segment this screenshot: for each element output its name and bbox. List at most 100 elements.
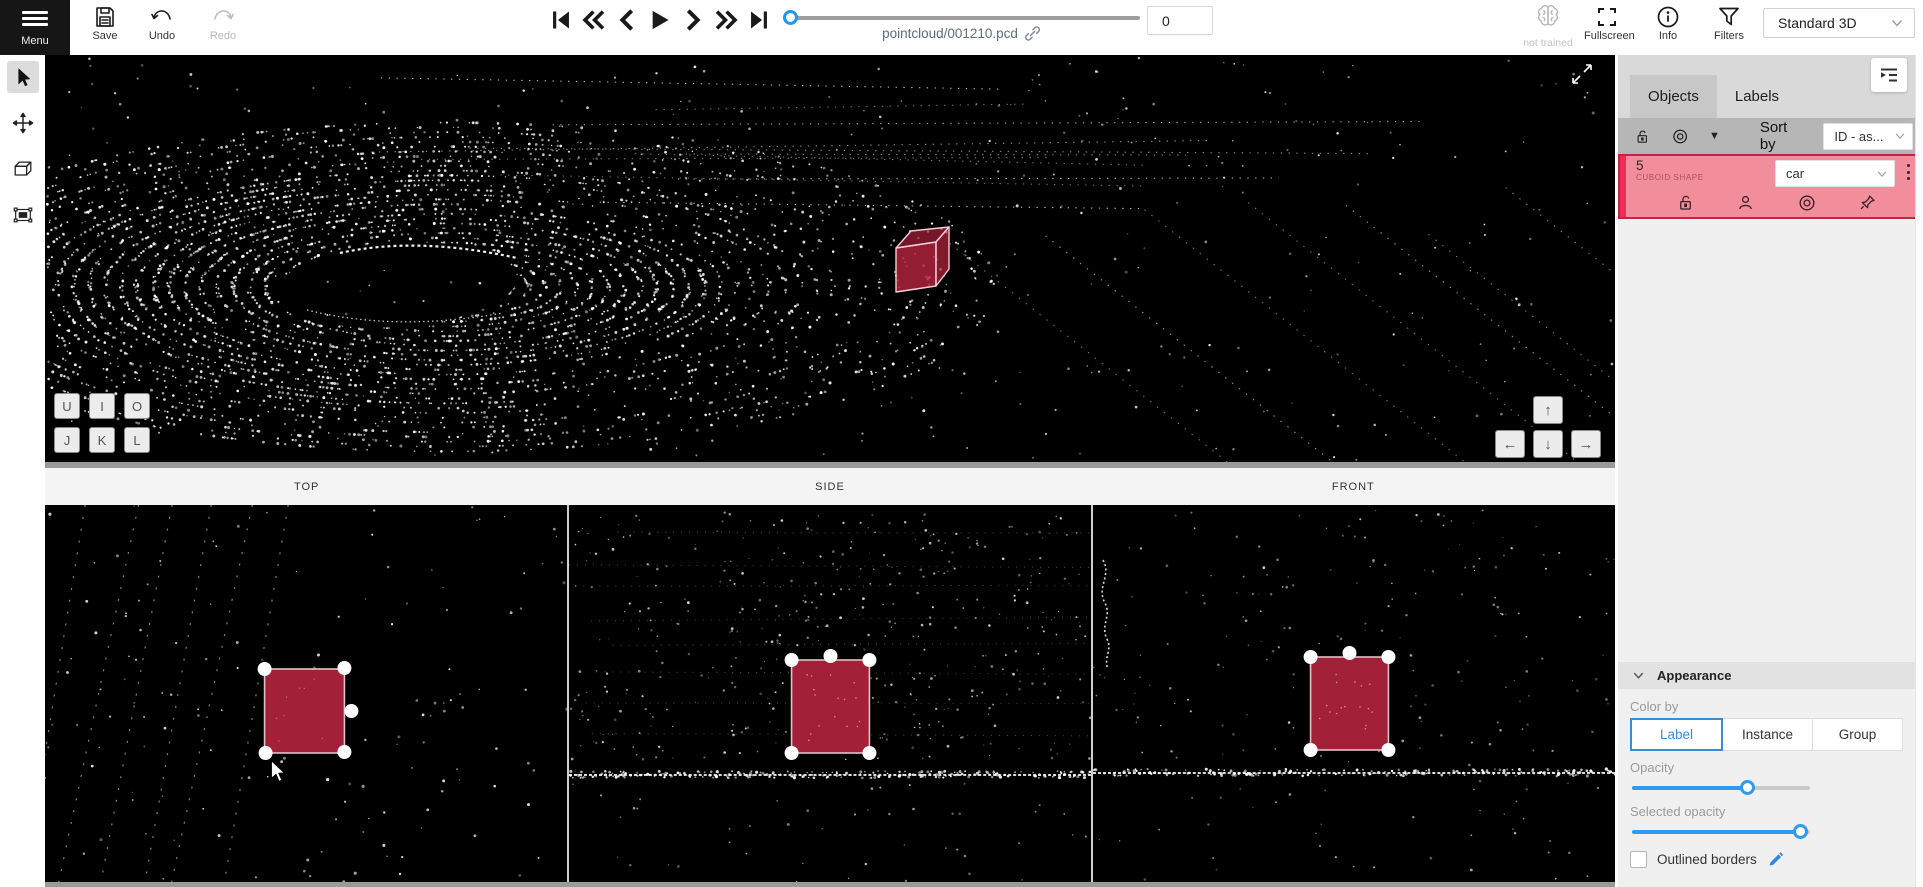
- save-button[interactable]: Save: [82, 5, 128, 42]
- skip-to-start-button[interactable]: [548, 6, 574, 34]
- hotkey-k[interactable]: K: [89, 427, 115, 453]
- tab-labels[interactable]: Labels: [1717, 75, 1797, 118]
- panel-scrollbar[interactable]: [1915, 55, 1923, 887]
- play-button[interactable]: [647, 6, 673, 34]
- visibility-all-icon[interactable]: [1671, 126, 1689, 147]
- selected-opacity-label: Selected opacity: [1630, 804, 1903, 819]
- color-by-label-option[interactable]: Label: [1630, 718, 1723, 751]
- selected-opacity-slider-thumb[interactable]: [1793, 824, 1808, 839]
- fast-backward-icon: [582, 8, 606, 32]
- chevron-down-icon: [1876, 168, 1888, 180]
- filters-button[interactable]: Filters: [1706, 5, 1752, 42]
- top-view-pane[interactable]: [45, 505, 567, 887]
- tool-sidebar: [0, 55, 45, 887]
- expand-all-icon[interactable]: ▼: [1709, 130, 1720, 142]
- hotkey-u[interactable]: U: [54, 393, 80, 419]
- select-tool-button[interactable]: [7, 61, 39, 93]
- pencil-icon[interactable]: [1767, 851, 1784, 868]
- skip-start-icon: [550, 8, 572, 32]
- fast-forward-button[interactable]: [713, 6, 739, 34]
- redo-button[interactable]: Redo: [200, 5, 246, 42]
- redo-icon: [210, 5, 236, 29]
- brain-icon: [1533, 2, 1563, 32]
- object-shape-type: CUBOID SHAPE: [1636, 174, 1775, 183]
- nav-left-key[interactable]: ←: [1495, 430, 1525, 458]
- nav-down-key[interactable]: ↓: [1533, 430, 1563, 458]
- side-view-pane[interactable]: [569, 505, 1091, 887]
- opacity-slider-thumb[interactable]: [1740, 780, 1755, 795]
- nav-right-key[interactable]: →: [1571, 430, 1601, 458]
- bottom-splitter[interactable]: [45, 882, 1615, 887]
- mouse-cursor: [272, 761, 284, 781]
- panel-collapse-button[interactable]: [1871, 58, 1907, 92]
- frame-number-input[interactable]: [1147, 6, 1213, 35]
- cuboid-annotation-side-view[interactable]: [785, 649, 877, 760]
- frame-slider-thumb[interactable]: [783, 10, 798, 25]
- playback-controls: [548, 6, 772, 34]
- opacity-slider[interactable]: [1632, 779, 1810, 797]
- color-by-segmented: Label Instance Group: [1630, 718, 1903, 751]
- view-mode-select[interactable]: Standard 3D: [1763, 8, 1915, 38]
- frame-slider-track[interactable]: [783, 16, 1140, 20]
- menu-button[interactable]: Menu: [0, 0, 70, 55]
- viewport-expand-button[interactable]: [1569, 61, 1595, 87]
- view-hotkeys: U I O J K L: [54, 385, 150, 453]
- sort-select[interactable]: ID - as...: [1823, 123, 1913, 150]
- play-icon: [649, 8, 671, 32]
- main-3d-viewport[interactable]: U I O J K L ↑ ← ↓ →: [45, 55, 1615, 462]
- chevron-down-icon: [1894, 130, 1906, 142]
- outlined-borders-checkbox[interactable]: [1630, 851, 1647, 868]
- object-pin-icon[interactable]: [1858, 193, 1877, 212]
- panel-collapse-icon: [1878, 64, 1900, 86]
- image-annotation-tool-button[interactable]: [7, 199, 39, 231]
- object-list-item[interactable]: 5 CUBOID SHAPE car: [1618, 154, 1923, 219]
- objects-toolbar: ▼ Sort by ID - as...: [1618, 118, 1923, 154]
- image-annotation-icon: [12, 204, 34, 226]
- object-author-icon[interactable]: [1736, 193, 1755, 212]
- cuboid-annotation-top-view[interactable]: [258, 661, 359, 760]
- info-icon: [1656, 5, 1680, 29]
- cuboid-annotation-front-view[interactable]: [1304, 646, 1396, 757]
- appearance-header[interactable]: Appearance: [1618, 662, 1915, 689]
- object-class-select[interactable]: car: [1775, 160, 1895, 187]
- link-icon[interactable]: [1024, 25, 1041, 42]
- step-backward-button[interactable]: [614, 6, 640, 34]
- fast-forward-icon: [714, 8, 738, 32]
- frame-slider[interactable]: [783, 10, 1140, 26]
- object-lock-icon[interactable]: [1676, 193, 1695, 212]
- move-tool-button[interactable]: [7, 107, 39, 139]
- lock-all-icon[interactable]: [1634, 127, 1651, 146]
- ortho-view-labels: TOP SIDE FRONT: [45, 468, 1615, 505]
- nav-up-key[interactable]: ↑: [1533, 396, 1563, 424]
- step-forward-icon: [685, 8, 701, 32]
- ortho-panes: [45, 505, 1615, 887]
- fullscreen-button[interactable]: Fullscreen: [1584, 5, 1630, 42]
- undo-button[interactable]: Undo: [139, 5, 185, 42]
- fast-backward-button[interactable]: [581, 6, 607, 34]
- object-id: 5: [1636, 159, 1775, 174]
- hotkey-l[interactable]: L: [124, 427, 150, 453]
- sort-by-label: Sort by: [1760, 119, 1802, 153]
- selected-opacity-slider[interactable]: [1632, 823, 1810, 841]
- step-forward-button[interactable]: [680, 6, 706, 34]
- color-by-instance-option[interactable]: Instance: [1723, 718, 1813, 751]
- info-button[interactable]: Info: [1645, 5, 1691, 42]
- expand-arrows-icon: [1569, 61, 1595, 87]
- color-by-group-option[interactable]: Group: [1813, 718, 1903, 751]
- top-view-label: TOP: [45, 468, 568, 505]
- front-view-pane[interactable]: [1093, 505, 1615, 887]
- ai-status[interactable]: not trained: [1520, 2, 1576, 49]
- tab-objects[interactable]: Objects: [1630, 75, 1717, 118]
- point-cloud-3d: [45, 55, 1615, 462]
- object-visibility-icon[interactable]: [1797, 193, 1817, 213]
- skip-end-icon: [748, 8, 770, 32]
- skip-to-end-button[interactable]: [746, 6, 772, 34]
- step-backward-icon: [619, 8, 635, 32]
- point-cloud-top: [45, 505, 567, 887]
- hotkey-o[interactable]: O: [124, 393, 150, 419]
- hotkey-j[interactable]: J: [54, 427, 80, 453]
- filters-icon: [1717, 5, 1741, 29]
- cuboid-tool-button[interactable]: [7, 153, 39, 185]
- hotkey-i[interactable]: I: [89, 393, 115, 419]
- cuboid-annotation-3d[interactable]: [896, 227, 949, 292]
